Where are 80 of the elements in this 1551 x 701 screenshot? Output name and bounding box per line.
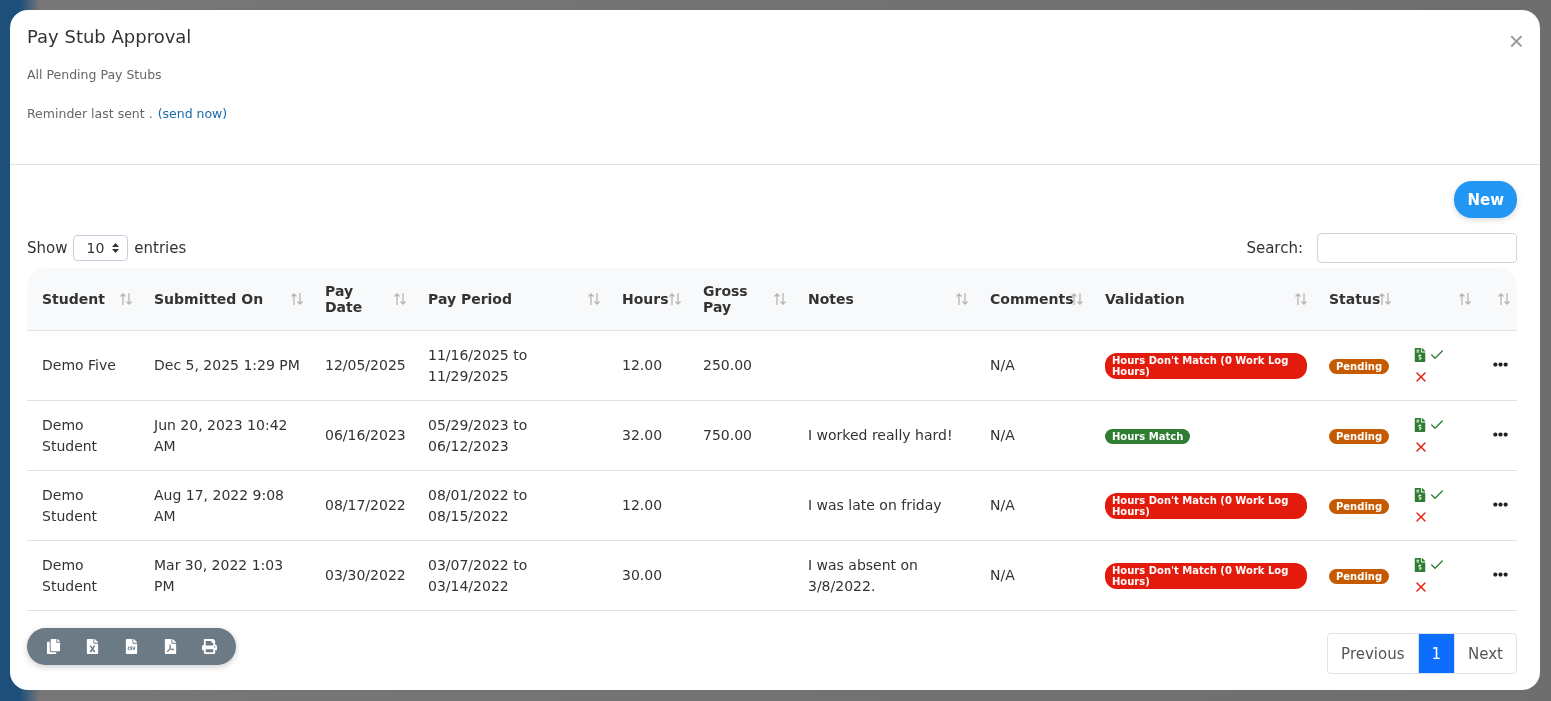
- table-cell-text: 30.00: [622, 566, 664, 585]
- show-label: Show: [27, 239, 68, 257]
- table-cell-text: Dec 5, 2025 1:29 PM: [154, 356, 301, 375]
- table-cell-text: 08/17/2022: [325, 496, 407, 515]
- table-cell-text: N/A: [990, 566, 1016, 585]
- column-header[interactable]: Pay Period: [413, 268, 607, 331]
- pdf-file-icon[interactable]: [163, 639, 178, 654]
- invoice-icon[interactable]: [1413, 347, 1427, 362]
- search-field[interactable]: [1317, 233, 1517, 263]
- sort-icon: [290, 292, 304, 306]
- column-header[interactable]: Notes: [793, 268, 975, 331]
- invoice-icon[interactable]: [1413, 487, 1427, 502]
- validation-badge: Hours Don't Match (0 Work Log Hours): [1105, 352, 1307, 379]
- status-badge: Pending: [1329, 499, 1390, 514]
- validation-badge: Hours Don't Match (0 Work Log Hours): [1105, 562, 1307, 589]
- table-cell-text: Aug 17, 2022 9:08 AM: [154, 485, 286, 526]
- column-header[interactable]: Validation: [1090, 268, 1314, 331]
- column-header[interactable]: Student: [27, 268, 139, 331]
- sort-icon: [119, 292, 133, 306]
- table-cell-text: I worked really hard!: [808, 426, 954, 445]
- table-cell-text: N/A: [990, 356, 1016, 375]
- sort-icon: [773, 292, 787, 306]
- sort-icon: [1458, 292, 1472, 306]
- table-cell-text: 32.00: [622, 426, 664, 445]
- table-cell-text: 12.00: [622, 356, 664, 375]
- reminder-text: Reminder last sent .: [27, 106, 153, 121]
- table-cell-text: Demo Five: [42, 356, 117, 375]
- subtitle: All Pending Pay Stubs: [27, 67, 163, 82]
- sort-icon: [668, 292, 682, 306]
- table-cell-text: 12.00: [622, 496, 664, 515]
- page-button[interactable]: Previous: [1327, 633, 1419, 674]
- copy-icon[interactable]: [46, 639, 61, 654]
- sort-icon: [1378, 292, 1392, 306]
- csv-file-icon[interactable]: [124, 639, 139, 654]
- search-label: Search:: [1246, 239, 1303, 257]
- sort-icon: [393, 292, 407, 306]
- column-header[interactable]: Hours: [607, 268, 688, 331]
- table-cell-text: Mar 30, 2022 1:03 PM: [154, 555, 285, 596]
- table-cell-text: 11/16/2025 to 11/29/2025: [428, 345, 529, 386]
- page-button[interactable]: 1: [1417, 633, 1456, 674]
- table-cell-text: 08/01/2022 to 08/15/2022: [428, 485, 529, 526]
- table-cell-text: 750.00: [703, 426, 753, 445]
- column-header[interactable]: Pay Date: [310, 268, 413, 331]
- page-button[interactable]: Next: [1454, 633, 1517, 674]
- table-cell-text: 12/05/2025: [325, 356, 407, 375]
- table-cell-text: 06/16/2023: [325, 426, 407, 445]
- column-header[interactable]: Comments: [975, 268, 1090, 331]
- invoice-icon[interactable]: [1413, 557, 1427, 572]
- validation-badge: Hours Match: [1105, 429, 1191, 444]
- caret-icon: [112, 243, 120, 253]
- sort-icon: [955, 292, 969, 306]
- table-cell-text: I was absent on 3/8/2022.: [808, 555, 919, 596]
- table-cell-text: Jun 20, 2023 10:42 AM: [154, 415, 289, 456]
- table-cell-text: I was late on friday: [808, 496, 943, 515]
- modal-title: Pay Stub Approval: [27, 26, 192, 47]
- entries-label: entries: [134, 239, 187, 257]
- table-cell-text: Demo Student: [42, 555, 99, 596]
- print-icon[interactable]: [202, 639, 217, 654]
- send-now-link[interactable]: (send now): [157, 106, 228, 121]
- status-badge: Pending: [1329, 569, 1390, 584]
- table-cell-text: N/A: [990, 496, 1016, 515]
- column-header[interactable]: Submitted On: [139, 268, 310, 331]
- excel-file-icon[interactable]: [85, 639, 100, 654]
- sort-icon: [587, 292, 601, 306]
- table-cell-text: 03/07/2022 to 03/14/2022: [428, 555, 529, 596]
- entries-select[interactable]: 10: [73, 235, 129, 261]
- table-cell-text: Demo Student: [42, 415, 99, 456]
- status-badge: Pending: [1329, 429, 1390, 444]
- column-header[interactable]: Status: [1314, 268, 1398, 331]
- table-cell-text: 250.00: [703, 356, 753, 375]
- sort-icon: [1294, 292, 1308, 306]
- validation-badge: Hours Don't Match (0 Work Log Hours): [1105, 492, 1307, 519]
- status-badge: Pending: [1329, 359, 1390, 374]
- table-cell-text: N/A: [990, 426, 1016, 445]
- table-cell-text: Demo Student: [42, 485, 99, 526]
- column-header[interactable]: Gross Pay: [688, 268, 793, 331]
- sort-icon: [1497, 292, 1511, 306]
- invoice-icon[interactable]: [1413, 417, 1427, 432]
- table-cell-text: 03/30/2022: [325, 566, 407, 585]
- table-cell-text: 05/29/2023 to 06/12/2023: [428, 415, 529, 456]
